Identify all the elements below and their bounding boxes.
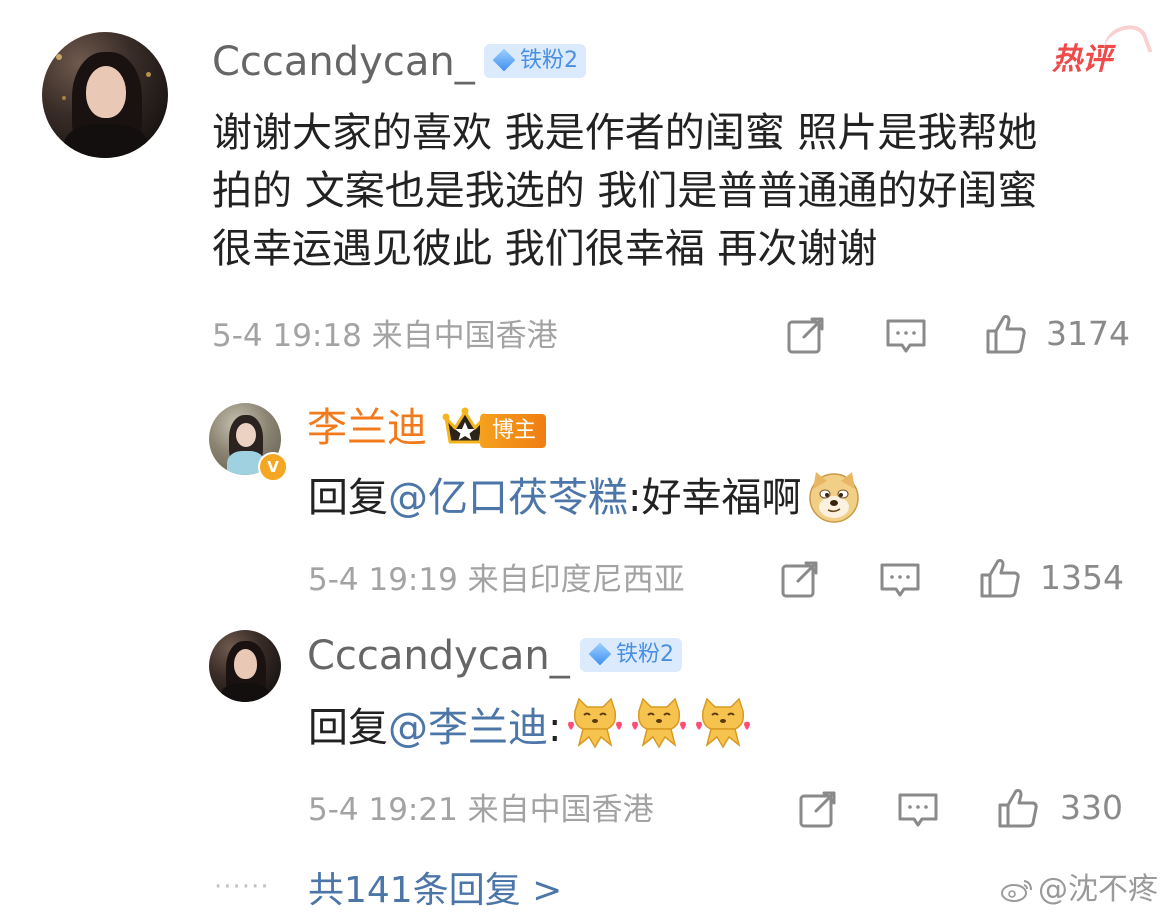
diamond-icon (588, 642, 612, 666)
cat-love-emoji-icon (696, 697, 751, 749)
comment-line: 很幸运遇见彼此 我们很幸福 再次谢谢 (212, 226, 878, 272)
fan-badge-label: 铁粉2 (616, 642, 674, 667)
reply-username[interactable]: 李兰迪 (307, 404, 427, 452)
verified-icon: V (258, 452, 288, 482)
fan-badge-label: 铁粉2 (520, 48, 578, 73)
reply-prefix: 回复 (308, 475, 388, 521)
divider-dots: ······ (214, 872, 270, 902)
hot-comment-tag: 热评 (1052, 19, 1153, 80)
thumbs-up-icon[interactable] (978, 556, 1022, 600)
comment-line: 谢谢大家的喜欢 我是作者的闺蜜 照片是我帮她 (212, 110, 1038, 156)
avatar[interactable] (209, 630, 281, 702)
more-replies-link[interactable]: 共141条回复 > (308, 866, 562, 916)
blogger-badge: 博主 (442, 406, 554, 452)
reply-text: 回复@亿口茯苓糕:好幸福啊 (308, 472, 861, 527)
mention-link[interactable]: @李兰迪 (388, 705, 548, 751)
reply-body: :好幸福啊 (628, 475, 802, 521)
fan-badge[interactable]: 铁粉2 (484, 44, 586, 78)
comment-icon[interactable] (896, 788, 940, 832)
avatar[interactable] (42, 32, 168, 158)
weibo-logo-icon (1001, 880, 1032, 902)
mention-link[interactable]: @亿口茯苓糕 (388, 475, 628, 521)
comment-icon[interactable] (878, 558, 922, 602)
fan-badge[interactable]: 铁粉2 (580, 638, 682, 672)
comment-username[interactable]: Cccandycan_ (212, 38, 475, 86)
blogger-badge-label: 博主 (480, 414, 547, 448)
share-icon[interactable] (778, 558, 822, 602)
reply-meta: 5-4 19:21 来自中国香港 (308, 792, 654, 828)
weibo-comment-thread: Cccandycan_ 铁粉2 热评 谢谢大家的喜欢 我是作者的闺蜜 照片是我帮… (0, 0, 1170, 921)
comment-line: 拍的 文案也是我选的 我们是普普通通的好闺蜜 (212, 168, 1038, 214)
reply-body: : (548, 705, 562, 751)
reply-text: 回复@李兰迪: (308, 697, 753, 757)
thumbs-up-icon[interactable] (996, 786, 1040, 830)
comment-meta: 5-4 19:18 来自中国香港 (212, 318, 558, 354)
watermark: @沈不疼 (1000, 868, 1158, 912)
like-count: 1354 (1040, 558, 1124, 597)
doge-emoji-icon (809, 472, 860, 523)
cat-love-emoji-icon (568, 697, 623, 749)
watermark-label: @沈不疼 (1038, 872, 1158, 907)
hot-comment-label: 热评 (1052, 42, 1112, 77)
cat-love-emoji-icon (632, 697, 687, 749)
like-count: 3174 (1046, 314, 1130, 353)
comment-text: 谢谢大家的喜欢 我是作者的闺蜜 照片是我帮她 拍的 文案也是我选的 我们是普普通… (212, 104, 1142, 278)
reply-username[interactable]: Cccandycan_ (307, 632, 570, 680)
thumbs-up-icon[interactable] (984, 312, 1028, 356)
comment-icon[interactable] (884, 314, 928, 358)
diamond-icon (492, 48, 516, 72)
reply-prefix: 回复 (308, 705, 388, 751)
reply-meta: 5-4 19:19 来自印度尼西亚 (308, 562, 685, 598)
share-icon[interactable] (784, 314, 828, 358)
share-icon[interactable] (796, 788, 840, 832)
like-count: 330 (1060, 788, 1123, 827)
